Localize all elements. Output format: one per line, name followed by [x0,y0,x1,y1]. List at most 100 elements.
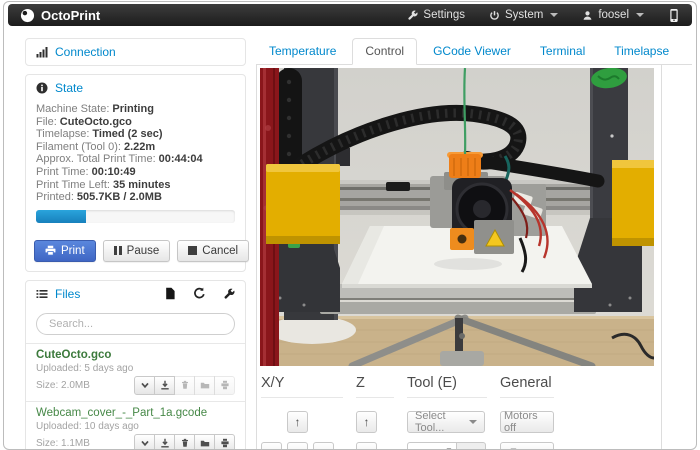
state-field: Approx. Total Print Time: 00:44:04 [36,153,203,166]
tab-gcode-viewer[interactable]: GCode Viewer [420,38,524,65]
brand-label: OctoPrint [41,7,101,23]
connection-panel-header[interactable]: Connection [26,39,245,65]
mobile-icon[interactable] [668,8,680,23]
file-load-button[interactable] [194,433,215,449]
state-field: File: CuteOcto.gco [36,115,132,128]
file-details-button[interactable] [134,375,155,395]
tool-title: Tool (E) [407,375,457,391]
print-progress-bar [36,209,235,223]
caret-down-icon [469,420,477,424]
page-icon[interactable] [164,287,176,300]
xy-title: X/Y [261,375,285,391]
file-size: Size: 1.1MB [36,437,90,449]
wrench-icon[interactable] [223,288,235,300]
file-details-button[interactable] [134,433,155,449]
main-area: Temperature Control GCode Viewer Termina… [256,38,692,449]
tab-timelapse[interactable]: Timelapse [601,38,682,65]
file-uploaded: Uploaded: 10 days ago [36,420,139,432]
cancel-button[interactable]: Cancel [177,239,250,262]
pause-button[interactable]: Pause [102,239,171,262]
xy-left-button[interactable]: ← [261,442,282,449]
file-entry: CuteOcto.gco Uploaded: 5 days ago Size: … [26,342,245,401]
octoprint-brand[interactable]: OctoPrint [20,8,100,23]
file-delete-button[interactable] [174,433,195,449]
state-field: Timelapse: Timed (2 sec) [36,128,163,141]
printer-icon [220,381,229,390]
print-progress-fill [36,209,86,223]
user-label: foosel [598,9,629,21]
user-icon [583,10,592,20]
file-delete-button [174,375,195,395]
tab-temperature[interactable]: Temperature [256,38,349,65]
tab-control[interactable]: Control [352,38,418,65]
files-panel: Files CuteOcto.gco Uploaded: 5 d [25,279,246,449]
state-panel: State Machine State: Printing File: CuteOc… [25,74,250,272]
file-download-button[interactable] [154,433,175,449]
files-panel-header[interactable]: Files [26,281,245,307]
refresh-icon[interactable] [193,287,206,300]
trash-icon [181,381,188,390]
signal-icon [36,47,48,58]
extrude-amount-input[interactable] [407,442,457,449]
state-field: Machine State: Printing [36,103,154,115]
list-icon [36,289,48,298]
tab-terminal[interactable]: Terminal [527,38,598,65]
arrow-left-icon: ← [266,446,278,449]
download-icon [160,439,169,448]
file-name[interactable]: Webcam_cover_-_Part_1a.gcode [36,407,235,420]
folder-icon [200,441,209,447]
fan-on-button[interactable]: Fan on [500,442,554,449]
tab-bar: Temperature Control GCode Viewer Termina… [256,38,692,65]
extrude-amount-group: mm [407,442,487,449]
state-panel-header[interactable]: State [26,75,245,101]
wrench-icon [408,10,418,20]
file-print-button[interactable] [214,433,235,449]
file-download-button[interactable] [154,375,175,395]
sidebar: Connection State Machine State: Printing … [25,38,250,449]
system-menu-item[interactable]: System [489,9,559,21]
tool-control-section: Tool (E) Select Tool... mm [407,373,487,449]
file-search-input[interactable] [36,312,235,335]
settings-label: Settings [423,9,465,21]
print-button-label: Print [61,244,85,257]
print-button[interactable]: Print [34,239,96,262]
state-title: State [55,81,84,95]
arrow-right-icon: → [318,446,330,449]
chevron-down-icon [140,441,149,447]
xy-right-button[interactable]: → [313,442,334,449]
z-up-button[interactable]: ↑ [356,411,377,433]
caret-down-icon [550,13,559,17]
file-name[interactable]: CuteOcto.gco [36,349,235,362]
system-label: System [504,9,544,21]
xy-control-section: X/Y ↑ ← ⌂ → [261,373,343,449]
settings-menu-item[interactable]: Settings [407,9,465,21]
stop-icon [188,246,198,256]
extrude-amount-unit: mm [457,442,487,449]
home-icon: ⌂ [363,446,370,449]
top-navbar: OctoPrint Settings System foosel [8,4,692,26]
caret-down-icon [636,13,644,17]
files-title: Files [55,286,81,301]
file-actions [134,375,235,395]
user-menu-item[interactable]: foosel [582,9,644,21]
folder-icon [200,383,209,389]
motors-off-button[interactable]: Motors off [500,410,554,434]
z-home-button[interactable]: ⌂ [356,442,377,449]
cancel-button-label: Cancel [202,244,239,257]
z-title: Z [356,375,365,391]
state-field: Filament (Tool 0): 2.22m [36,140,156,153]
file-entry: Webcam_cover_-_Part_1a.gcode Uploaded: 1… [26,400,245,449]
file-uploaded: Uploaded: 5 days ago [36,362,134,374]
select-tool-dropdown[interactable]: Select Tool... [407,410,485,434]
control-tab-content: X/Y ↑ ← ⌂ → Z ↑ ⌂ Tool (E) [256,65,662,449]
file-print-button [214,375,235,395]
arrow-up-icon: ↑ [363,415,370,429]
file-size: Size: 2.0MB [36,379,90,391]
arrow-up-icon: ↑ [294,415,301,429]
state-info: Machine State: Printing File: CuteOcto.gco… [26,101,245,233]
chevron-down-icon [140,383,149,389]
xy-home-button[interactable]: ⌂ [287,442,308,449]
xy-up-button[interactable]: ↑ [287,411,308,433]
info-icon [36,82,48,94]
z-control-section: Z ↑ ⌂ [356,373,394,449]
